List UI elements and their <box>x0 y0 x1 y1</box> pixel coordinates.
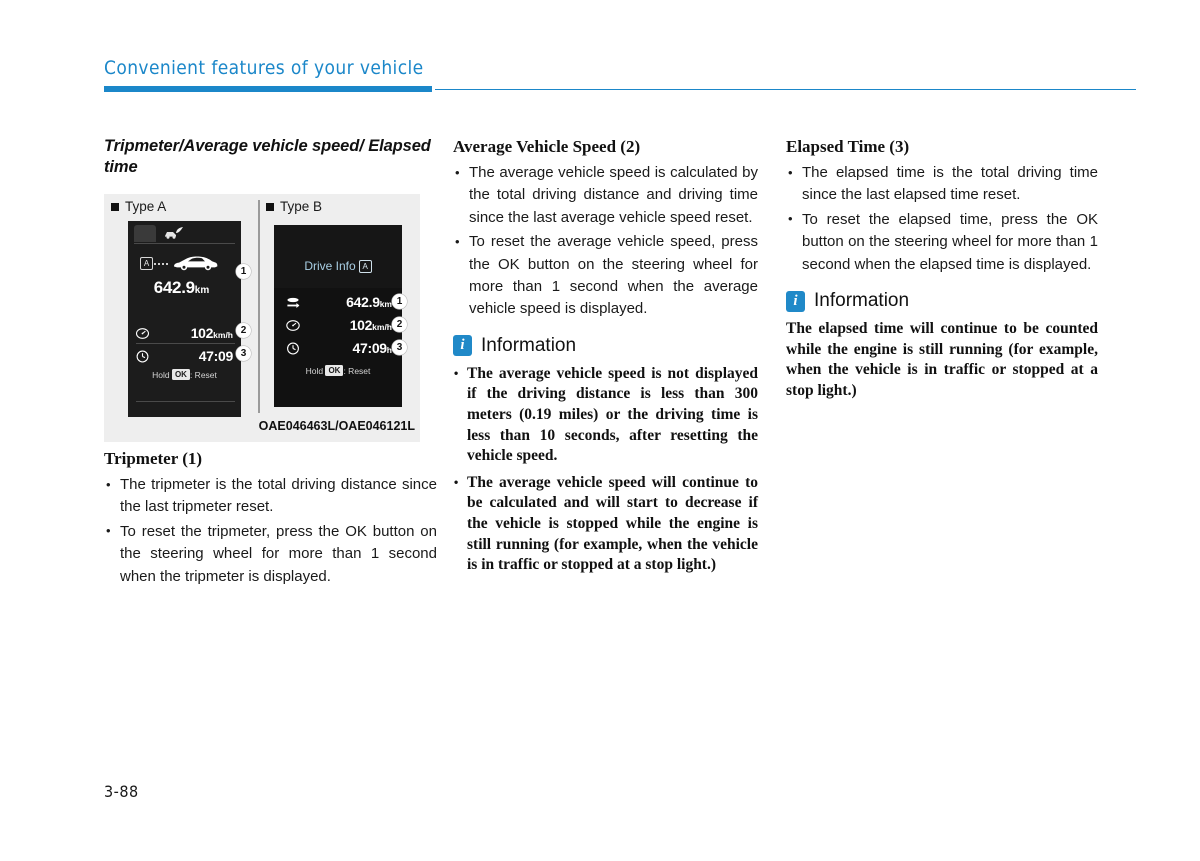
type-b-tripmeter-value: 642.9km <box>346 293 392 314</box>
header-rule <box>104 86 1136 92</box>
figure-divider <box>258 200 260 413</box>
right-column: Elapsed Time (3) The elapsed time is the… <box>786 136 1098 401</box>
section-title: Tripmeter/Average vehicle speed/ Elapsed… <box>104 137 431 176</box>
type-b-header-band <box>274 225 402 288</box>
elapsed-time-subtitle: Elapsed Time (3) <box>786 137 910 156</box>
drive-info-title: Drive Info A <box>274 259 402 274</box>
trip-illustration-row: A <box>140 253 232 273</box>
callout-badge-1: 1 <box>392 294 407 309</box>
eco-car-leaf-icon <box>164 226 184 240</box>
list-item: To reset the elapsed time, press the OK … <box>786 208 1098 276</box>
speedometer-icon <box>286 319 300 332</box>
elapsed-time-bullet-list: The elapsed time is the total driving ti… <box>786 162 1098 276</box>
type-b-label: Type B <box>266 199 322 214</box>
ok-key-glyph: OK <box>171 369 190 380</box>
list-item: The average vehicle speed is calculated … <box>453 161 758 229</box>
middle-column: Average Vehicle Speed (2) The average ve… <box>453 136 758 582</box>
type-a-label-text: Type A <box>125 199 167 214</box>
information-header: i Information <box>786 290 1098 312</box>
type-b-elapsed-time-row: 47:09h <box>286 339 392 359</box>
ok-key-glyph: OK <box>325 365 344 376</box>
left-column: Tripmeter/Average vehicle speed/ Elapsed… <box>104 136 437 188</box>
type-b-elapsed-time-value: 47:09h <box>352 339 392 360</box>
page-number: 3-88 <box>104 782 139 801</box>
header-rule-thick <box>104 86 432 92</box>
hold-suffix: : Reset <box>189 370 217 380</box>
display-divider <box>134 243 235 244</box>
type-b-hold-hint: Hold OK: Reset <box>274 365 402 377</box>
tripmeter-unit: km <box>194 285 210 296</box>
information-body: The elapsed time will continue to be cou… <box>786 320 1098 399</box>
information-header: i Information <box>453 335 758 357</box>
tripmeter-bullet-list: The tripmeter is the total driving dista… <box>104 474 437 588</box>
tripmeter-unit: km <box>379 299 392 309</box>
info-icon: i <box>453 335 472 357</box>
information-title: Information <box>481 334 577 356</box>
trip-a-badge: A <box>140 257 153 270</box>
average-speed-unit: km/h <box>372 322 392 332</box>
header-rule-thin <box>435 89 1136 91</box>
tripmeter-value: 642.9km <box>128 278 235 301</box>
speedometer-icon <box>135 327 150 340</box>
trip-dotted-trail-icon <box>154 263 170 265</box>
type-b-average-speed-row: 102km/h <box>286 316 392 336</box>
hold-prefix: Hold <box>305 366 324 376</box>
tripmeter-number: 642.9 <box>346 294 380 310</box>
clock-icon <box>286 342 300 355</box>
information-title: Information <box>814 290 910 312</box>
callout-badge-1: 1 <box>236 264 251 279</box>
tripmeter-subtitle: Tripmeter (1) <box>104 449 203 468</box>
list-item: The tripmeter is the total driving dista… <box>104 474 437 519</box>
type-a-display-panel: A 642.9km 102km/h 47:09 Hold OK: Reset <box>128 221 241 417</box>
average-speed-number: 102 <box>349 317 373 333</box>
left-column-text: Tripmeter (1) The tripmeter is the total… <box>104 448 437 590</box>
car-silhouette-icon <box>171 253 219 272</box>
display-divider <box>136 401 235 402</box>
cluster-display-figure: Type A Type B A 642.9km 102km/h 47:09 Ho… <box>104 194 420 442</box>
average-speed-number: 102 <box>190 325 214 341</box>
page-header: Convenient features of your vehicle <box>104 56 1136 94</box>
elapsed-time-number: 47:09 <box>352 340 387 356</box>
hold-prefix: Hold <box>152 370 170 380</box>
type-b-display-panel: Drive Info A 642.9km 102km/h 47:09h Hold… <box>274 225 402 407</box>
list-item: To reset the tripmeter, press the OK but… <box>104 520 437 588</box>
page-title: Convenient features of your vehicle <box>104 57 424 79</box>
average-speed-subtitle: Average Vehicle Speed (2) <box>453 137 641 156</box>
list-item: The elapsed time is the total driving ti… <box>786 162 1098 207</box>
bullet-square-icon <box>266 202 274 211</box>
information-block: i Information The elapsed time will cont… <box>786 290 1098 401</box>
type-a-elapsed-time-row: 47:09 <box>136 347 235 367</box>
list-item: The average vehicle speed will continue … <box>453 472 758 576</box>
info-icon: i <box>786 290 805 312</box>
list-item: The average vehicle speed is not display… <box>453 363 758 467</box>
list-item: To reset the average vehicle speed, pres… <box>453 231 758 321</box>
callout-badge-2: 2 <box>236 323 251 338</box>
type-a-label: Type A <box>111 199 166 214</box>
type-a-hold-hint: Hold OK: Reset <box>128 369 241 381</box>
tripmeter-number: 642.9 <box>153 278 195 297</box>
information-bullet-list: The average vehicle speed is not display… <box>453 363 758 576</box>
display-tab <box>134 225 156 242</box>
figure-image-code: OAE046463L/OAE046121L <box>258 419 415 433</box>
type-a-average-speed-row: 102km/h <box>135 324 235 345</box>
callout-badge-3: 3 <box>236 346 251 361</box>
clock-icon <box>136 350 149 363</box>
drive-info-label: Drive Info <box>304 259 356 273</box>
type-a-average-speed-value: 102km/h <box>191 324 233 345</box>
drive-info-a-badge: A <box>358 260 372 273</box>
information-block: i Information The average vehicle speed … <box>453 335 758 576</box>
average-speed-unit: km/h <box>213 330 233 340</box>
average-speed-bullet-list: The average vehicle speed is calculated … <box>453 161 758 321</box>
type-b-label-text: Type B <box>280 199 323 214</box>
type-a-elapsed-time-value: 47:09 <box>198 348 234 364</box>
road-distance-icon <box>286 296 300 309</box>
callout-badge-3: 3 <box>392 340 407 355</box>
type-b-average-speed-value: 102km/h <box>350 316 392 337</box>
callout-badge-2: 2 <box>392 317 407 332</box>
type-b-tripmeter-row: 642.9km <box>286 293 392 313</box>
hold-suffix: : Reset <box>343 366 371 376</box>
bullet-square-icon <box>111 202 119 211</box>
